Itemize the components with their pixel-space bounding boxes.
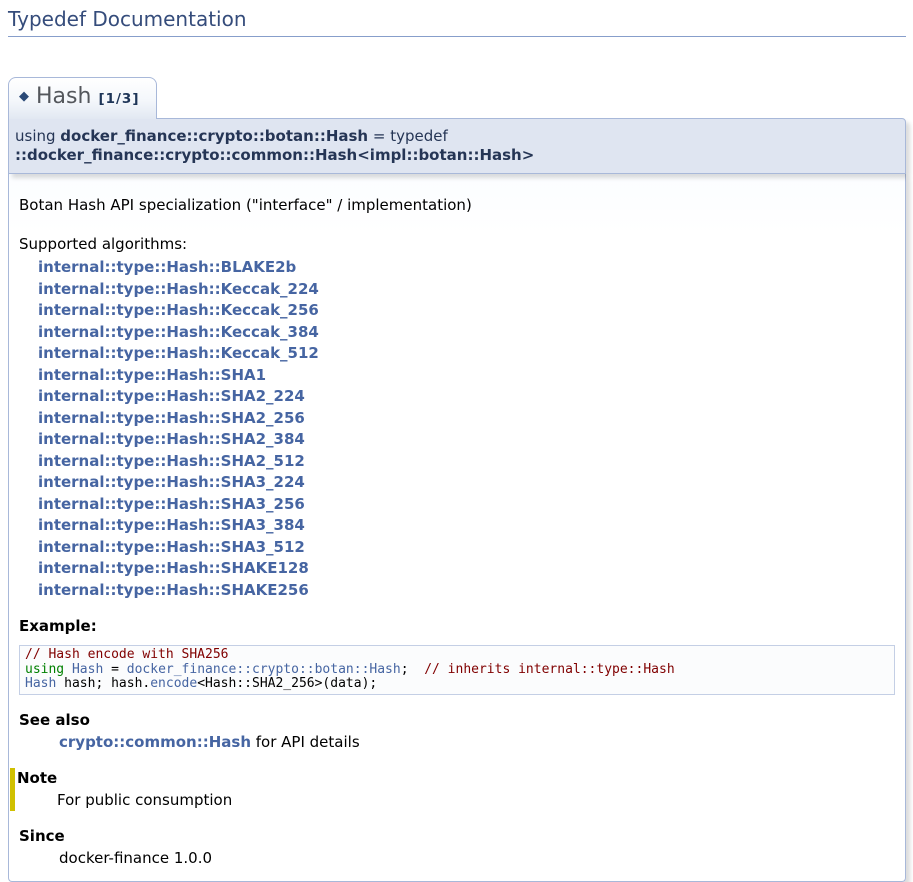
- see-also-content: crypto::common::Hash for API details: [59, 732, 895, 753]
- see-also-link[interactable]: crypto::common::Hash: [59, 733, 251, 751]
- code-text: [64, 662, 72, 677]
- algorithm-link[interactable]: internal::type::Hash::SHA3_224: [38, 472, 895, 494]
- code-keyword: using: [25, 662, 64, 677]
- code-text: =: [103, 662, 126, 677]
- algorithm-link[interactable]: internal::type::Hash::SHA2_256: [38, 408, 895, 430]
- member-item: ◆Hash [1/3] using docker_finance::crypto…: [8, 77, 906, 882]
- member-documentation: Botan Hash API specialization ("interfac…: [8, 174, 906, 882]
- algorithms-list: internal::type::Hash::BLAKE2b internal::…: [19, 257, 895, 601]
- see-also-section: See also crypto::common::Hash for API de…: [19, 710, 895, 753]
- code-link-hash[interactable]: Hash: [25, 676, 56, 691]
- algorithm-link[interactable]: internal::type::Hash::SHA3_512: [38, 537, 895, 559]
- algorithm-link[interactable]: internal::type::Hash::SHAKE128: [38, 558, 895, 580]
- decl-equals-typedef: = typedef: [368, 127, 448, 145]
- algorithm-link[interactable]: internal::type::Hash::SHA3_384: [38, 515, 895, 537]
- page-content: Typedef Documentation ◆ Hash [1/3] using …: [0, 0, 913, 882]
- member-prototype: using docker_finance::crypto::botan::Has…: [8, 118, 906, 174]
- member-overload-index: [1/3]: [98, 91, 139, 107]
- member-title-tab: ◆ Hash [1/3]: [8, 77, 157, 119]
- since-label: Since: [19, 826, 895, 847]
- code-comment: // inherits internal::type::Hash: [424, 662, 674, 677]
- code-line: using Hash = docker_finance::crypto::bot…: [25, 663, 889, 678]
- note-section: Note For public consumption: [10, 768, 895, 811]
- algorithm-link[interactable]: internal::type::Hash::SHAKE256: [38, 580, 895, 602]
- decl-target-type: ::docker_finance::crypto::common::Hash<i…: [15, 146, 534, 164]
- see-also-label: See also: [19, 710, 895, 731]
- anchor-diamond-icon[interactable]: ◆: [19, 89, 29, 104]
- algorithm-link[interactable]: internal::type::Hash::SHA2_512: [38, 451, 895, 473]
- code-text: hash; hash.: [56, 676, 150, 691]
- algorithm-link[interactable]: internal::type::Hash::SHA1: [38, 365, 895, 387]
- code-line: Hash hash; hash.encode<Hash::SHA2_256>(d…: [25, 677, 889, 692]
- member-name: Hash: [36, 84, 91, 109]
- note-label: Note: [17, 768, 895, 789]
- algorithms-label: Supported algorithms:: [19, 234, 895, 255]
- since-section: Since docker-finance 1.0.0: [19, 826, 895, 869]
- decl-using-keyword: using: [15, 127, 60, 145]
- code-link-encode[interactable]: encode: [150, 676, 197, 691]
- algorithm-link[interactable]: internal::type::Hash::SHA2_224: [38, 386, 895, 408]
- algorithm-link[interactable]: internal::type::Hash::BLAKE2b: [38, 257, 895, 279]
- page-title: Typedef Documentation: [8, 0, 906, 37]
- member-description: Botan Hash API specialization ("interfac…: [19, 195, 895, 216]
- since-text: docker-finance 1.0.0: [59, 848, 895, 869]
- algorithm-link[interactable]: internal::type::Hash::Keccak_256: [38, 300, 895, 322]
- note-text: For public consumption: [57, 790, 895, 811]
- algorithm-link[interactable]: internal::type::Hash::Keccak_512: [38, 343, 895, 365]
- example-label: Example:: [19, 616, 895, 637]
- code-text: ;: [401, 662, 424, 677]
- code-fragment: // Hash encode with SHA256using Hash = d…: [19, 645, 895, 695]
- code-text: <Hash::SHA2_256>(data);: [197, 676, 377, 691]
- see-also-suffix: for API details: [251, 733, 360, 751]
- code-link-hash[interactable]: Hash: [72, 662, 103, 677]
- algorithm-link[interactable]: internal::type::Hash::SHA3_256: [38, 494, 895, 516]
- algorithm-link[interactable]: internal::type::Hash::Keccak_384: [38, 322, 895, 344]
- code-line: // Hash encode with SHA256: [25, 648, 889, 663]
- decl-typedef-name: docker_finance::crypto::botan::Hash: [60, 127, 368, 145]
- algorithm-link[interactable]: internal::type::Hash::SHA2_384: [38, 429, 895, 451]
- code-comment: // Hash encode with SHA256: [25, 647, 229, 662]
- code-link-botan-hash[interactable]: docker_finance::crypto::botan::Hash: [127, 662, 401, 677]
- algorithm-link[interactable]: internal::type::Hash::Keccak_224: [38, 279, 895, 301]
